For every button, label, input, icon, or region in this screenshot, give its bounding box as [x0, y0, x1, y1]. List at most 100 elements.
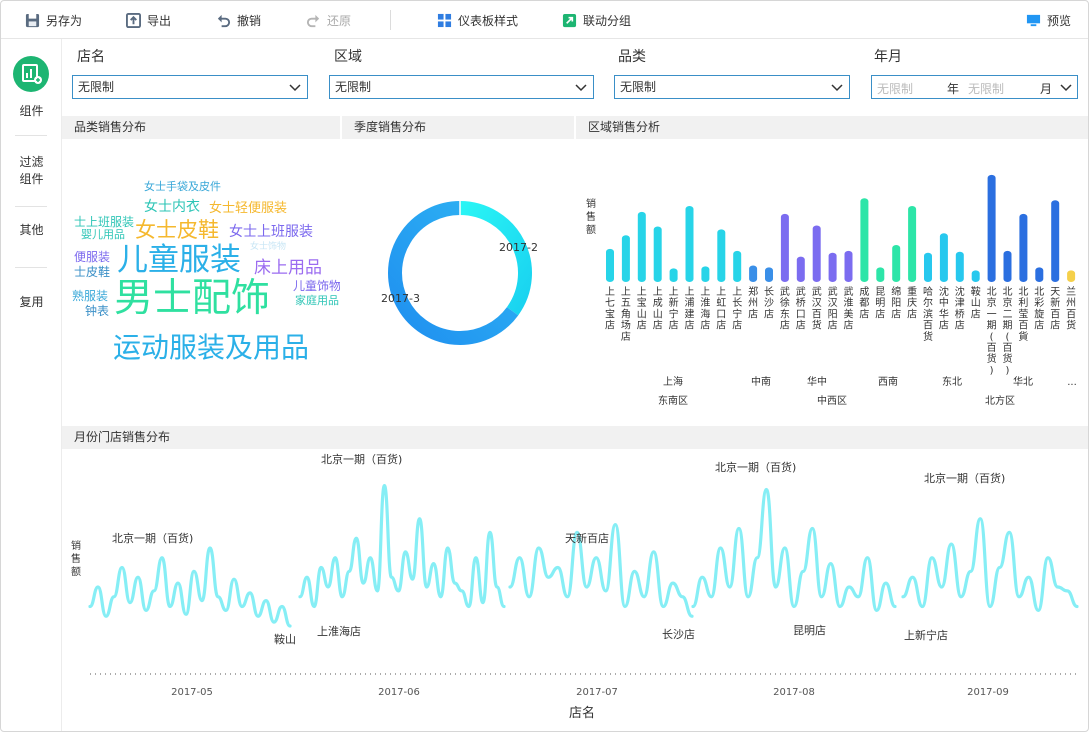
- wordcloud-word[interactable]: 女士皮鞋: [135, 220, 219, 241]
- region-bar[interactable]: [1051, 200, 1060, 282]
- quarterly-donut-chart: 2017-2 2017-3: [381, 201, 538, 345]
- sidebar-item-components[interactable]: 组件: [1, 103, 62, 120]
- sidebar-item-filter-line2[interactable]: 组件: [1, 171, 62, 188]
- region-bar[interactable]: [606, 248, 614, 282]
- region-bar[interactable]: [765, 267, 773, 282]
- toolbar: 另存为 导出 撤销 还原 仪表板样式 联动分组 预览: [1, 1, 1088, 39]
- wordcloud-word[interactable]: 熟服装: [72, 290, 108, 302]
- region-bar-label: 昆明店: [875, 286, 885, 320]
- region-bar-label: 武汉百货: [812, 285, 822, 332]
- region-bar[interactable]: [1003, 250, 1012, 282]
- region-bar[interactable]: [876, 267, 885, 282]
- region-bar[interactable]: [908, 206, 917, 282]
- region-bar[interactable]: [685, 206, 694, 282]
- donut-slice[interactable]: [459, 201, 532, 316]
- sidebar-item-reuse[interactable]: 复用: [1, 294, 62, 311]
- region-bar-label: 上成山店: [653, 286, 663, 332]
- region-bar[interactable]: [828, 252, 837, 282]
- donut-slice[interactable]: [388, 201, 519, 345]
- linkage-group-button[interactable]: 联动分组: [562, 11, 631, 29]
- region-bar[interactable]: [780, 213, 789, 282]
- wordcloud-word[interactable]: 女士上班服装: [229, 225, 313, 239]
- region-bar[interactable]: [1019, 213, 1028, 282]
- region-bar[interactable]: [939, 233, 948, 282]
- wordcloud-word[interactable]: 运动服装及用品: [113, 334, 309, 362]
- wordcloud-word[interactable]: 士上班服装: [74, 216, 134, 228]
- region-bar[interactable]: [717, 229, 726, 282]
- undo-button[interactable]: 撤销: [216, 11, 261, 29]
- region-bar[interactable]: [621, 235, 630, 282]
- save-as-button[interactable]: 另存为: [25, 11, 82, 29]
- region-bar[interactable]: [987, 174, 996, 282]
- wordcloud-word[interactable]: 女士轻便服装: [209, 202, 287, 215]
- region-bar[interactable]: [844, 250, 853, 282]
- region-bar[interactable]: [971, 270, 980, 282]
- x-tick-label: 2017-08: [773, 687, 815, 698]
- wordcloud-word[interactable]: 钟表: [85, 305, 109, 317]
- wordcloud-word[interactable]: 女士饰物: [250, 243, 286, 252]
- donut-label: 2017-3: [381, 292, 420, 305]
- region-bar-label: 绵阳店: [891, 285, 901, 320]
- region-bar[interactable]: [812, 225, 821, 282]
- region-bar[interactable]: [701, 266, 710, 282]
- yearmonth-filter-label: 年月: [874, 49, 902, 65]
- region-bar[interactable]: [924, 252, 932, 282]
- region-group-label: 东北: [942, 375, 962, 388]
- region-bar[interactable]: [733, 250, 742, 282]
- wordcloud-word[interactable]: 婴儿用品: [81, 229, 125, 240]
- wordcloud-word[interactable]: 儿童服装: [117, 245, 241, 276]
- redo-button[interactable]: 还原: [306, 11, 351, 29]
- monthly-series-line[interactable]: [901, 517, 1079, 613]
- wordcloud-word[interactable]: 床上用品: [254, 260, 322, 277]
- region-bar-label: 北京一期(百货): [987, 286, 997, 376]
- region-bar[interactable]: [955, 251, 964, 282]
- region-bar-chart: 销售额 上七宝店上五角场店上宝山店上成山店上新宁店上浦建店上淮海店上虹口店上长宁…: [586, 174, 1077, 407]
- region-bar[interactable]: [1067, 270, 1076, 282]
- year-input[interactable]: 无限制: [877, 80, 913, 97]
- store-filter-label: 店名: [77, 49, 105, 65]
- category-select[interactable]: 无限制: [614, 75, 850, 99]
- wordcloud-word[interactable]: 家庭用品: [295, 295, 339, 306]
- sidebar-item-filter-line1[interactable]: 过滤: [1, 154, 62, 171]
- region-bar-label: 上宝山店: [637, 286, 647, 332]
- line-annotation: 北京一期（百货): [112, 531, 193, 545]
- region-bar[interactable]: [749, 265, 758, 282]
- region-bar[interactable]: [669, 268, 678, 282]
- region-bar[interactable]: [1035, 267, 1044, 282]
- wordcloud-word[interactable]: 儿童饰物: [293, 280, 340, 292]
- wordcloud-word[interactable]: 便服装: [74, 251, 110, 263]
- region-bar[interactable]: [860, 198, 869, 282]
- preview-button[interactable]: 预览: [1026, 11, 1071, 29]
- app-window: 另存为 导出 撤销 还原 仪表板样式 联动分组 预览 组件 过滤 组件 其他 复…: [0, 0, 1089, 732]
- region-select[interactable]: 无限制: [329, 75, 594, 99]
- store-select[interactable]: 无限制: [72, 75, 308, 99]
- region-group-label: 上海: [663, 375, 683, 388]
- region-bar[interactable]: [653, 226, 662, 282]
- wordcloud-word[interactable]: 女士手袋及皮件: [144, 181, 221, 192]
- line-annotation: 昆明店: [793, 623, 826, 637]
- monthly-series-line[interactable]: [88, 546, 292, 628]
- region-bar[interactable]: [637, 211, 646, 282]
- wordcloud-word[interactable]: 士皮鞋: [74, 266, 110, 278]
- monthly-series-line[interactable]: [691, 487, 897, 613]
- region-bar-label: 郑州店: [748, 285, 758, 320]
- region-bar[interactable]: [892, 244, 901, 282]
- region-area-label: 东南区: [658, 394, 688, 407]
- month-input[interactable]: 无限制: [968, 80, 1004, 97]
- region-group-label: 西南: [878, 375, 898, 388]
- components-icon[interactable]: [13, 56, 49, 92]
- region-select-value: 无限制: [335, 80, 372, 94]
- chevron-down-icon[interactable]: [1060, 81, 1072, 93]
- linkage-group-label: 联动分组: [583, 13, 632, 28]
- wordcloud-word[interactable]: 女士内衣: [144, 200, 200, 214]
- region-area-label: 北方区: [985, 394, 1015, 407]
- yearmonth-picker[interactable]: 无限制 年 无限制 月: [871, 75, 1078, 99]
- line-annotation: 北京一期（百货): [715, 460, 796, 474]
- dashboard-style-button[interactable]: 仪表板样式: [437, 11, 518, 29]
- sidebar-item-other[interactable]: 其他: [1, 222, 62, 239]
- export-button[interactable]: 导出: [126, 11, 171, 29]
- region-bar[interactable]: [796, 256, 805, 282]
- wordcloud-word[interactable]: 男士配饰: [114, 279, 270, 318]
- monthly-series-line[interactable]: [298, 483, 506, 609]
- store-select-value: 无限制: [78, 80, 115, 94]
